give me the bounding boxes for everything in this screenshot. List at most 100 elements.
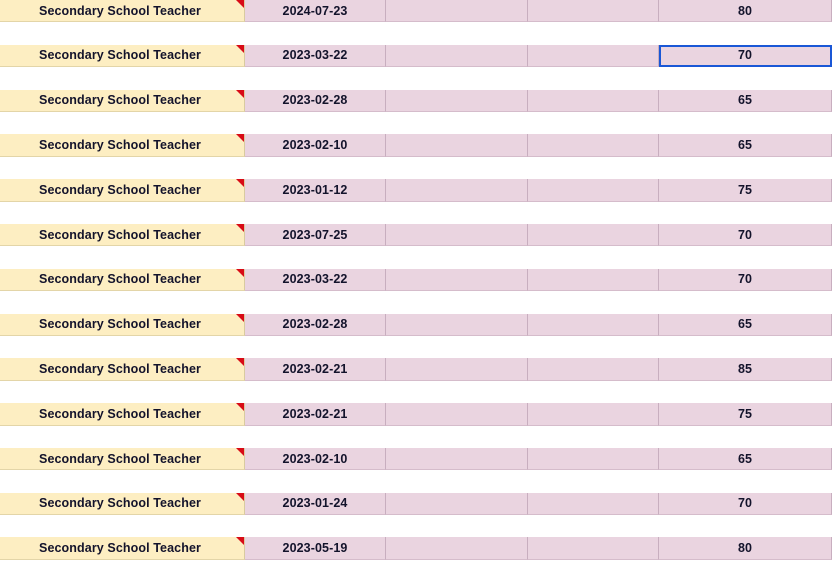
cell-date[interactable]: 2023-05-19 [245, 537, 386, 560]
cell-score[interactable]: 70 [659, 492, 832, 516]
table-row[interactable]: Secondary School Teacher 2023-03-22 70 [0, 44, 832, 68]
cell-blank1[interactable] [386, 313, 528, 336]
cell-score[interactable]: 65 [659, 447, 832, 471]
cell-text: 2023-02-28 [282, 93, 348, 108]
cell-date[interactable]: 2023-03-22 [245, 44, 386, 68]
cell-score[interactable]: 75 [659, 179, 832, 202]
cell-blank2[interactable] [528, 358, 659, 381]
cell-occupation[interactable]: Secondary School Teacher [0, 268, 245, 292]
comment-indicator-icon[interactable] [236, 0, 244, 8]
cell-occupation[interactable]: Secondary School Teacher [0, 134, 245, 157]
cell-date[interactable]: 2024-07-23 [245, 0, 386, 23]
cell-score[interactable]: 75 [659, 403, 832, 426]
cell-blank2[interactable] [528, 537, 659, 560]
cell-blank1[interactable] [386, 179, 528, 202]
cell-text: 70 [737, 496, 753, 511]
cell-occupation[interactable]: Secondary School Teacher [0, 44, 245, 68]
comment-indicator-icon[interactable] [236, 223, 244, 232]
comment-indicator-icon[interactable] [236, 44, 244, 53]
cell-blank2[interactable] [528, 447, 659, 471]
cell-occupation[interactable]: Secondary School Teacher [0, 223, 245, 247]
cell-blank1[interactable] [386, 44, 528, 68]
cell-date[interactable]: 2023-01-12 [245, 179, 386, 202]
cell-score[interactable]: 70 [659, 44, 832, 68]
cell-text: 80 [737, 3, 753, 18]
cell-occupation[interactable]: Secondary School Teacher [0, 358, 245, 381]
cell-date[interactable]: 2023-02-28 [245, 313, 386, 336]
cell-score[interactable]: 65 [659, 134, 832, 157]
cell-blank1[interactable] [386, 358, 528, 381]
cell-blank2[interactable] [528, 223, 659, 247]
cell-blank2[interactable] [528, 268, 659, 292]
cell-blank2[interactable] [528, 313, 659, 336]
cell-text: 70 [737, 48, 753, 63]
cell-blank1[interactable] [386, 403, 528, 426]
comment-indicator-icon[interactable] [236, 447, 244, 456]
table-row[interactable]: Secondary School Teacher 2023-01-12 75 [0, 179, 832, 202]
cell-date[interactable]: 2023-02-28 [245, 89, 386, 112]
cell-blank2[interactable] [528, 403, 659, 426]
cell-score[interactable]: 65 [659, 89, 832, 112]
cell-blank2[interactable] [528, 492, 659, 516]
cell-occupation[interactable]: Secondary School Teacher [0, 89, 245, 112]
cell-score[interactable]: 65 [659, 313, 832, 336]
table-row[interactable]: Secondary School Teacher 2023-05-19 80 [0, 537, 832, 560]
comment-indicator-icon[interactable] [236, 492, 244, 501]
comment-indicator-icon[interactable] [236, 537, 244, 546]
cell-blank2[interactable] [528, 89, 659, 112]
comment-indicator-icon[interactable] [236, 358, 244, 367]
cell-blank1[interactable] [386, 0, 528, 23]
cell-blank1[interactable] [386, 447, 528, 471]
cell-date[interactable]: 2023-01-24 [245, 492, 386, 516]
table-row[interactable]: Secondary School Teacher 2023-02-21 75 [0, 403, 832, 426]
cell-date[interactable]: 2023-02-21 [245, 358, 386, 381]
cell-occupation[interactable]: Secondary School Teacher [0, 179, 245, 202]
cell-occupation[interactable]: Secondary School Teacher [0, 0, 245, 23]
cell-blank1[interactable] [386, 89, 528, 112]
cell-occupation[interactable]: Secondary School Teacher [0, 537, 245, 560]
cell-text: 2023-05-19 [282, 541, 348, 556]
cell-occupation[interactable]: Secondary School Teacher [0, 313, 245, 336]
comment-indicator-icon[interactable] [236, 89, 244, 98]
table-row[interactable]: Secondary School Teacher 2023-02-28 65 [0, 313, 832, 336]
table-row[interactable]: Secondary School Teacher 2023-03-22 70 [0, 268, 832, 292]
table-row[interactable]: Secondary School Teacher 2024-07-23 80 [0, 0, 832, 23]
cell-text: 2023-07-25 [282, 227, 348, 242]
cell-score[interactable]: 80 [659, 537, 832, 560]
table-row[interactable]: Secondary School Teacher 2023-02-10 65 [0, 134, 832, 157]
table-row[interactable]: Secondary School Teacher 2023-02-28 65 [0, 89, 832, 112]
cell-date[interactable]: 2023-02-10 [245, 134, 386, 157]
comment-indicator-icon[interactable] [236, 313, 244, 322]
cell-date[interactable]: 2023-07-25 [245, 223, 386, 247]
cell-score[interactable]: 70 [659, 223, 832, 247]
cell-blank2[interactable] [528, 44, 659, 68]
cell-date[interactable]: 2023-02-10 [245, 447, 386, 471]
cell-blank1[interactable] [386, 268, 528, 292]
cell-score[interactable]: 85 [659, 358, 832, 381]
table-row[interactable]: Secondary School Teacher 2023-07-25 70 [0, 223, 832, 247]
table-row[interactable]: Secondary School Teacher 2023-02-10 65 [0, 447, 832, 471]
cell-blank1[interactable] [386, 492, 528, 516]
cell-occupation[interactable]: Secondary School Teacher [0, 403, 245, 426]
spreadsheet-grid[interactable]: Secondary School Teacher 2024-07-23 80 Seco… [0, 0, 832, 562]
comment-indicator-icon[interactable] [236, 403, 244, 412]
cell-blank2[interactable] [528, 179, 659, 202]
cell-date[interactable]: 2023-03-22 [245, 268, 386, 292]
cell-occupation[interactable]: Secondary School Teacher [0, 492, 245, 516]
cell-date[interactable]: 2023-02-21 [245, 403, 386, 426]
cell-text: 75 [737, 406, 753, 421]
comment-indicator-icon[interactable] [236, 268, 244, 277]
cell-blank2[interactable] [528, 0, 659, 23]
cell-score[interactable]: 80 [659, 0, 832, 23]
table-row[interactable]: Secondary School Teacher 2023-01-24 70 [0, 492, 832, 516]
cell-blank1[interactable] [386, 223, 528, 247]
cell-occupation[interactable]: Secondary School Teacher [0, 447, 245, 471]
cell-score[interactable]: 70 [659, 268, 832, 292]
comment-indicator-icon[interactable] [236, 134, 244, 143]
cell-blank1[interactable] [386, 134, 528, 157]
comment-indicator-icon[interactable] [236, 179, 244, 188]
table-row[interactable]: Secondary School Teacher 2023-02-21 85 [0, 358, 832, 381]
cell-blank2[interactable] [528, 134, 659, 157]
cell-text: 85 [737, 362, 753, 376]
cell-blank1[interactable] [386, 537, 528, 560]
